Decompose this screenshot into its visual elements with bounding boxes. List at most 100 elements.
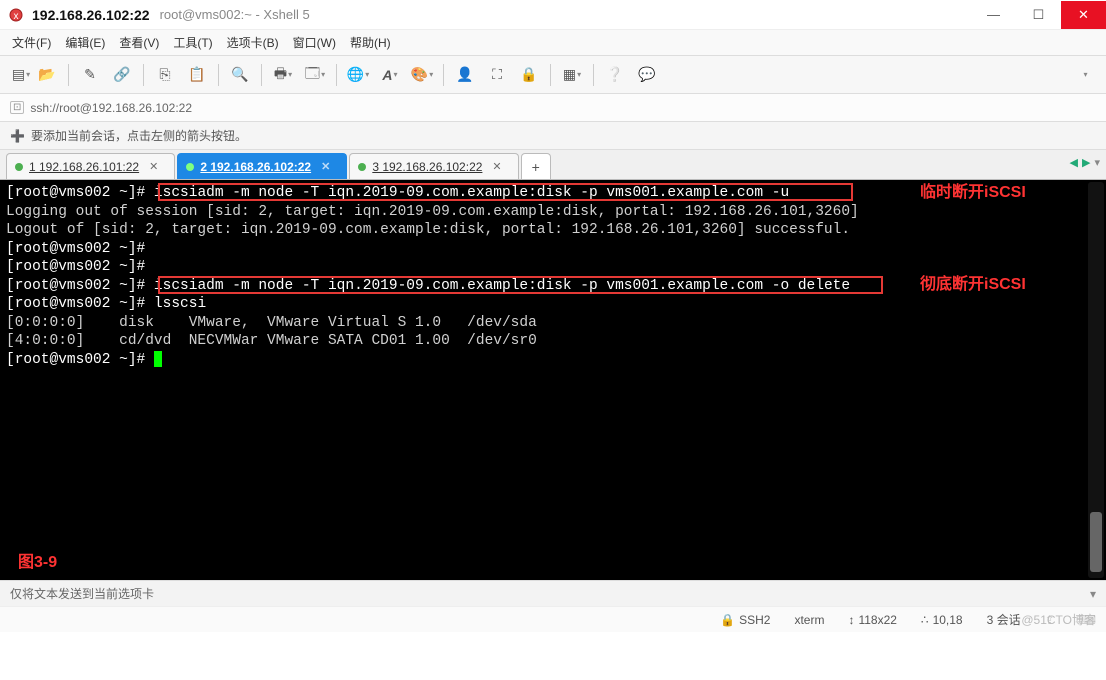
- paste-button[interactable]: 📋: [184, 62, 210, 88]
- tab-session-3[interactable]: 3 192.168.26.102:22 ✕: [349, 153, 518, 179]
- tab-session-2[interactable]: 2 192.168.26.102:22 ✕: [177, 153, 347, 179]
- copy-button[interactable]: ⎘: [152, 62, 178, 88]
- app-icon: x: [8, 7, 24, 23]
- window-icon: 🗔: [305, 63, 320, 87]
- scrollbar-thumb[interactable]: [1090, 512, 1102, 572]
- window-controls: — ☐ ✕: [971, 1, 1106, 29]
- terminal-scrollbar[interactable]: [1088, 182, 1104, 578]
- fullscreen-button[interactable]: ⛶: [484, 62, 510, 88]
- pencil-icon: ✎: [84, 66, 96, 83]
- terminal-line: [0:0:0:0] disk VMware, VMware Virtual S …: [6, 314, 1100, 333]
- user-button[interactable]: 👤: [452, 62, 478, 88]
- window-title-sub: root@vms002:~ - Xshell 5: [160, 7, 310, 22]
- status-protocol: 🔒 SSH2: [720, 613, 770, 627]
- globe-icon: 🌐: [347, 66, 364, 83]
- titlebar: x 192.168.26.102:22 root@vms002:~ - Xshe…: [0, 0, 1106, 30]
- arrow-add-icon[interactable]: ➕: [10, 129, 25, 143]
- maximize-button[interactable]: ☐: [1016, 1, 1061, 29]
- tab-session-1[interactable]: 1 192.168.26.101:22 ✕: [6, 153, 175, 179]
- address-bar[interactable]: ⊡ ssh://root@192.168.26.102:22: [0, 94, 1106, 122]
- separator: [550, 64, 551, 86]
- font-button[interactable]: A▾: [377, 62, 403, 88]
- status-cursor-pos: ∴ 10,18: [921, 613, 963, 627]
- terminal-cursor: [154, 351, 162, 367]
- separator: [143, 64, 144, 86]
- send-to-bar[interactable]: 仅将文本发送到当前选项卡 ▾: [0, 580, 1106, 606]
- new-session-button[interactable]: ▤▾: [8, 62, 34, 88]
- status-sessions: 3 会话: [987, 611, 1021, 628]
- search-icon: 🔍: [231, 66, 248, 83]
- tab-close-icon[interactable]: ✕: [321, 160, 330, 173]
- terminal[interactable]: [root@vms002 ~]# iscsiadm -m node -T iqn…: [0, 180, 1106, 580]
- layout-button[interactable]: ▦▾: [559, 62, 585, 88]
- toolbar: ▤▾ 📂 ✎ 🔗 ⎘ 📋 🔍 🖶▾ 🗔▾ 🌐▾ A▾ 🎨▾ 👤 ⛶ 🔒 ▦▾ ❔…: [0, 56, 1106, 94]
- tab-scroll-right-icon[interactable]: ▶: [1082, 156, 1090, 169]
- encoding-button[interactable]: 🌐▾: [345, 62, 371, 88]
- svg-text:x: x: [14, 11, 19, 22]
- close-button[interactable]: ✕: [1061, 1, 1106, 29]
- terminal-line: [4:0:0:0] cd/dvd NECVMWar VMware SATA CD…: [6, 332, 1100, 351]
- annotation-label-1: 临时断开iSCSI: [920, 184, 1026, 203]
- font-icon: A: [382, 67, 392, 83]
- toolbar-overflow[interactable]: ▾: [1072, 62, 1098, 88]
- menu-file[interactable]: 文件(F): [12, 34, 51, 51]
- session-tabs: 1 192.168.26.101:22 ✕ 2 192.168.26.102:2…: [0, 150, 1106, 180]
- reconnect-button[interactable]: ✎: [77, 62, 103, 88]
- link-break-icon: 🔗: [113, 66, 130, 83]
- terminal-line: [root@vms002 ~]# lsscsi: [6, 295, 1100, 314]
- tab-menu-icon[interactable]: ▾: [1094, 156, 1100, 169]
- properties-button[interactable]: 🗔▾: [302, 62, 328, 88]
- paste-icon: 📋: [188, 66, 205, 83]
- tab-close-icon[interactable]: ✕: [492, 160, 501, 173]
- lock-button[interactable]: 🔒: [516, 62, 542, 88]
- menu-window[interactable]: 窗口(W): [293, 34, 336, 51]
- print-button[interactable]: 🖶▾: [270, 62, 296, 88]
- print-icon: 🖶: [274, 63, 287, 87]
- status-size: ↕ 118x22: [848, 613, 896, 627]
- color-button[interactable]: 🎨▾: [409, 62, 435, 88]
- open-button[interactable]: 📂: [34, 62, 60, 88]
- status-termtype: xterm: [794, 613, 824, 627]
- user-icon: 👤: [456, 66, 473, 83]
- tab-scroll-left-icon[interactable]: ◀: [1070, 156, 1078, 169]
- help-button[interactable]: ❔: [602, 62, 628, 88]
- separator: [218, 64, 219, 86]
- hint-bar: ➕ 要添加当前会话，点击左侧的箭头按钮。: [0, 122, 1106, 150]
- help-icon: ❔: [606, 66, 623, 83]
- feedback-button[interactable]: 💬: [634, 62, 660, 88]
- separator: [443, 64, 444, 86]
- copy-icon: ⎘: [159, 66, 170, 83]
- find-button[interactable]: 🔍: [227, 62, 253, 88]
- separator: [261, 64, 262, 86]
- tab-label: 1 192.168.26.101:22: [29, 160, 139, 174]
- separator: [68, 64, 69, 86]
- hint-text: 要添加当前会话，点击左侧的箭头按钮。: [31, 127, 247, 144]
- tab-label: 2 192.168.26.102:22: [200, 160, 311, 174]
- disconnect-button[interactable]: 🔗: [109, 62, 135, 88]
- status-bar: 🔒 SSH2 xterm ↕ 118x22 ∴ 10,18 3 会话 ⇪ ⌨ @…: [0, 606, 1106, 632]
- menu-edit[interactable]: 编辑(E): [65, 34, 105, 51]
- address-url: ssh://root@192.168.26.102:22: [30, 101, 192, 115]
- tab-add-button[interactable]: +: [521, 153, 551, 179]
- status-dot-icon: [186, 163, 194, 171]
- status-dot-icon: [15, 163, 23, 171]
- menu-help[interactable]: 帮助(H): [350, 34, 391, 51]
- menu-tools[interactable]: 工具(T): [173, 34, 212, 51]
- send-to-text: 仅将文本发送到当前选项卡: [10, 585, 154, 602]
- menu-view[interactable]: 查看(V): [119, 34, 159, 51]
- send-dropdown-icon[interactable]: ▾: [1090, 587, 1096, 601]
- menubar: 文件(F) 编辑(E) 查看(V) 工具(T) 选项卡(B) 窗口(W) 帮助(…: [0, 30, 1106, 56]
- annotation-label-2: 彻底断开iSCSI: [920, 276, 1026, 295]
- minimize-button[interactable]: —: [971, 1, 1016, 29]
- menu-tab[interactable]: 选项卡(B): [227, 34, 279, 51]
- separator: [336, 64, 337, 86]
- address-history-icon[interactable]: ⊡: [10, 101, 24, 114]
- tab-close-icon[interactable]: ✕: [149, 160, 158, 173]
- status-dot-icon: [358, 163, 366, 171]
- figure-label: 图3-9: [18, 554, 57, 573]
- window-title-main: 192.168.26.102:22: [32, 7, 150, 23]
- separator: [593, 64, 594, 86]
- watermark: @51CTO博客: [1021, 611, 1096, 628]
- tab-label: 3 192.168.26.102:22: [372, 160, 482, 174]
- terminal-line: Logout of [sid: 2, target: iqn.2019-09.c…: [6, 221, 1100, 240]
